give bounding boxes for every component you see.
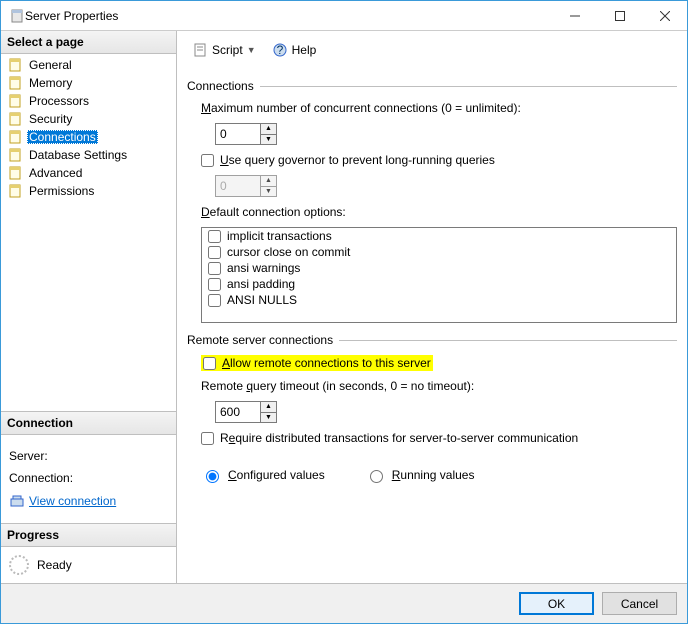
spin-down[interactable]: ▼: [261, 413, 276, 423]
max-connections-label: MMaximum number of concurrent connection…: [201, 101, 677, 115]
chevron-down-icon: ▼: [247, 45, 256, 55]
option-checkbox[interactable]: [208, 262, 221, 275]
max-connections-stepper[interactable]: ▲▼: [215, 123, 277, 145]
option-label: implicit transactions: [227, 229, 332, 243]
main-panel: Script ▼ ? Help Connections MMaximum num…: [177, 31, 687, 583]
configured-values-radio[interactable]: Configured values Configured values: [201, 467, 325, 483]
view-connection-icon: [9, 493, 25, 509]
running-values-radio[interactable]: Running values Running values: [365, 467, 475, 483]
option-label: ansi warnings: [227, 261, 300, 275]
app-icon: [9, 8, 25, 24]
page-icon: [7, 183, 23, 199]
remote-timeout-input[interactable]: [216, 402, 260, 422]
query-governor-input: [216, 176, 260, 196]
view-connection-link[interactable]: View connection: [29, 494, 116, 508]
option-item[interactable]: implicit transactions: [202, 228, 676, 244]
script-button[interactable]: Script ▼: [187, 39, 261, 61]
option-label: cursor close on commit: [227, 245, 350, 259]
titlebar: Server Properties: [1, 1, 687, 31]
remote-timeout-stepper[interactable]: ▲▼: [215, 401, 277, 423]
page-icon: [7, 165, 23, 181]
spin-up[interactable]: ▲: [261, 124, 276, 135]
sidebar-item-permissions[interactable]: Permissions: [5, 182, 172, 200]
page-list: General Memory Processors Security Connectio…: [1, 54, 176, 202]
query-governor-stepper: ▲▼: [215, 175, 277, 197]
maximize-button[interactable]: [597, 1, 642, 30]
page-icon: [7, 57, 23, 73]
max-connections-input[interactable]: [216, 124, 260, 144]
sidebar-item-label: Processors: [27, 94, 91, 108]
connections-group-label: Connections: [187, 79, 254, 93]
cancel-button[interactable]: Cancel: [602, 592, 677, 615]
sidebar-item-label: Advanced: [27, 166, 84, 180]
script-icon: [192, 42, 208, 58]
select-page-header: Select a page: [1, 31, 176, 54]
spin-up[interactable]: ▲: [261, 402, 276, 413]
sidebar-item-connections[interactable]: Connections: [5, 128, 172, 146]
page-icon: [7, 147, 23, 163]
sidebar-item-general[interactable]: General: [5, 56, 172, 74]
default-options-listbox[interactable]: implicit transactions cursor close on com…: [201, 227, 677, 323]
minimize-button[interactable]: [552, 1, 597, 30]
svg-text:?: ?: [276, 43, 283, 57]
window-title: Server Properties: [25, 9, 552, 23]
option-checkbox[interactable]: [208, 246, 221, 259]
connection-label: Connection:: [9, 471, 168, 485]
progress-spinner-icon: [9, 555, 29, 575]
option-item[interactable]: ansi warnings: [202, 260, 676, 276]
spin-down[interactable]: ▼: [261, 135, 276, 145]
connection-header: Connection: [1, 412, 176, 435]
page-icon: [7, 129, 23, 145]
option-checkbox[interactable]: [208, 294, 221, 307]
require-dtc-checkbox[interactable]: Require distributed transactions for ser…: [201, 431, 578, 445]
help-label: Help: [292, 43, 317, 57]
progress-status: Ready: [37, 558, 72, 572]
query-governor-checkbox[interactable]: Use query governor to prevent long-runni…: [201, 153, 495, 167]
option-checkbox[interactable]: [208, 230, 221, 243]
sidebar-item-memory[interactable]: Memory: [5, 74, 172, 92]
progress-header: Progress: [1, 524, 176, 547]
script-label: Script: [212, 43, 243, 57]
sidebar-item-security[interactable]: Security: [5, 110, 172, 128]
option-item[interactable]: ANSI NULLS: [202, 292, 676, 308]
ok-button[interactable]: OK: [519, 592, 594, 615]
dialog-footer: OK Cancel: [1, 583, 687, 623]
help-icon: ?: [272, 42, 288, 58]
page-icon: [7, 93, 23, 109]
sidebar-item-label: Security: [27, 112, 74, 126]
option-label: ansi padding: [227, 277, 295, 291]
remote-timeout-label: Remote query timeout (in seconds, 0 = no…: [201, 379, 677, 393]
help-button[interactable]: ? Help: [267, 39, 322, 61]
close-button[interactable]: [642, 1, 687, 30]
option-label: ANSI NULLS: [227, 293, 297, 307]
sidebar-item-advanced[interactable]: Advanced: [5, 164, 172, 182]
sidebar-item-processors[interactable]: Processors: [5, 92, 172, 110]
sidebar: Select a page General Memory Processors Sec…: [1, 31, 177, 583]
option-item[interactable]: ansi padding: [202, 276, 676, 292]
page-icon: [7, 111, 23, 127]
sidebar-item-label: Database Settings: [27, 148, 129, 162]
remote-group-label: Remote server connections: [187, 333, 333, 347]
sidebar-item-label: Connections: [27, 130, 98, 144]
sidebar-item-database-settings[interactable]: Database Settings: [5, 146, 172, 164]
sidebar-item-label: Memory: [27, 76, 74, 90]
option-item[interactable]: cursor close on commit: [202, 244, 676, 260]
sidebar-item-label: General: [27, 58, 74, 72]
sidebar-item-label: Permissions: [27, 184, 96, 198]
server-label: Server:: [9, 449, 168, 463]
allow-remote-checkbox[interactable]: Allow remote connections to this server: [203, 356, 431, 370]
default-options-label: Default connection options: Default conn…: [201, 205, 677, 219]
page-icon: [7, 75, 23, 91]
option-checkbox[interactable]: [208, 278, 221, 291]
